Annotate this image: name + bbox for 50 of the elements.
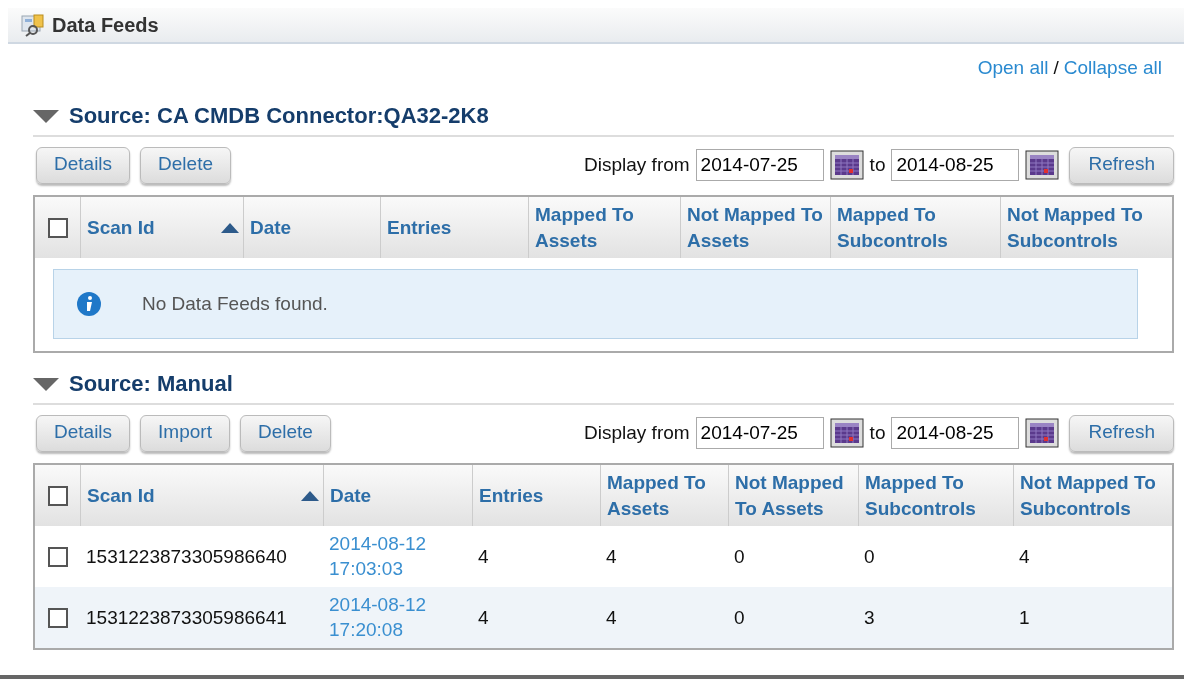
from-date-field[interactable]: 2014-07-25 [695, 417, 824, 449]
count-cell: 0 [864, 545, 875, 568]
count-cell: 0 [734, 545, 745, 568]
count-cell: 4 [606, 606, 617, 629]
refresh-button[interactable]: Refresh [1069, 414, 1174, 452]
count-cell: 1 [1019, 606, 1030, 629]
to-date-field[interactable]: 2014-08-25 [891, 417, 1020, 449]
select-all-checkbox[interactable] [47, 485, 68, 506]
scan-id-cell: 1531223873305986641 [86, 606, 287, 629]
count-cell: 4 [1019, 545, 1030, 568]
toolbar-button[interactable]: Import [140, 414, 230, 452]
toolbar-button[interactable]: Details [36, 146, 131, 184]
section-title: Source: CA CMDB Connector:QA32-2K8 [69, 103, 489, 129]
toolbar-button[interactable]: Delete [140, 146, 231, 184]
display-from-label: Display from [584, 154, 690, 176]
calendar-icon[interactable] [829, 150, 864, 180]
page-title: Data Feeds [52, 13, 159, 37]
row-checkbox[interactable] [47, 546, 68, 567]
open-all-link[interactable]: Open all [977, 57, 1049, 85]
calendar-icon[interactable] [1025, 150, 1060, 180]
collapse-all-link[interactable]: Collapse all [1063, 57, 1162, 85]
sort-ascending-icon[interactable] [221, 222, 239, 233]
link-separator: / [1053, 57, 1059, 80]
calendar-icon[interactable] [1025, 418, 1060, 448]
empty-message: No Data Feeds found. [142, 293, 328, 315]
select-all-checkbox[interactable] [47, 217, 68, 238]
calendar-icon[interactable] [829, 418, 864, 448]
row-checkbox[interactable] [47, 607, 68, 628]
count-cell: 4 [606, 545, 617, 568]
info-icon [76, 291, 102, 317]
date-link[interactable]: 2014-08-12 17:20:08 [329, 592, 447, 643]
to-date-field[interactable]: 2014-08-25 [891, 149, 1020, 181]
toolbar-button[interactable]: Delete [239, 414, 331, 452]
sort-ascending-icon[interactable] [301, 490, 319, 501]
collapse-triangle-icon[interactable] [33, 110, 59, 124]
display-from-label: Display from [584, 422, 690, 444]
section-title: Source: Manual [69, 371, 233, 397]
to-label: to [869, 422, 886, 444]
collapse-triangle-icon[interactable] [33, 378, 59, 392]
entries-cell: 4 [478, 606, 489, 629]
date-link[interactable]: 2014-08-12 17:03:03 [329, 531, 447, 582]
toolbar-button[interactable]: Details [36, 414, 131, 452]
entries-cell: 4 [478, 545, 489, 568]
count-cell: 3 [864, 606, 875, 629]
scan-id-cell: 1531223873305986640 [86, 545, 287, 568]
data-feed-icon [20, 13, 46, 37]
refresh-button[interactable]: Refresh [1069, 146, 1174, 184]
to-label: to [869, 154, 886, 176]
from-date-field[interactable]: 2014-07-25 [695, 149, 824, 181]
count-cell: 0 [734, 606, 745, 629]
